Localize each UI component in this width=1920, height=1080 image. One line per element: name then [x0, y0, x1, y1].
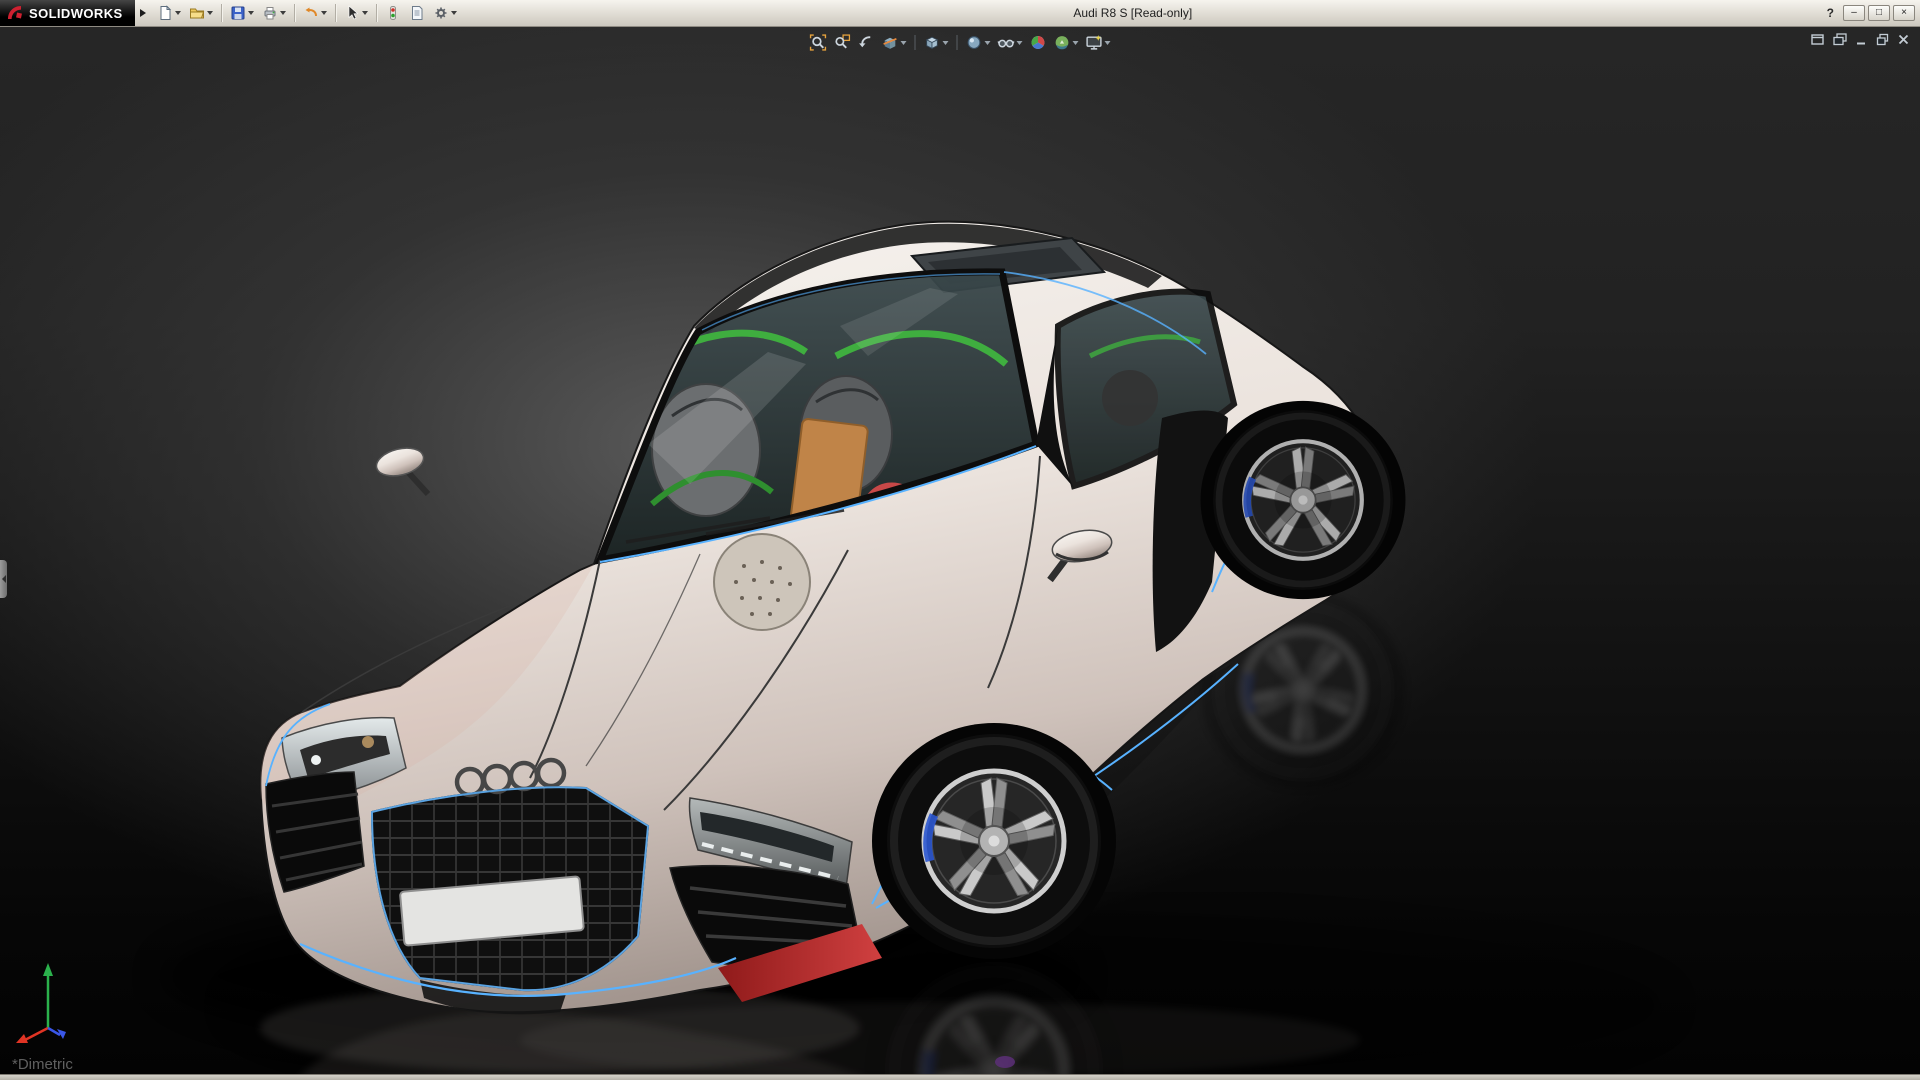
- zoom-to-area-icon: [835, 34, 851, 49]
- status-bar-edge: [0, 1074, 1920, 1080]
- options-gear-icon: [435, 7, 447, 19]
- undo-icon: [305, 7, 317, 17]
- file-properties-icon: [411, 6, 423, 20]
- display-style-button[interactable]: [963, 33, 994, 52]
- section-view-button[interactable]: [879, 33, 910, 52]
- options-button[interactable]: [430, 2, 460, 24]
- view-orientation-label: *Dimetric: [12, 1056, 73, 1073]
- toolbar-separator: [375, 4, 377, 22]
- view-orientation-button[interactable]: [921, 33, 952, 52]
- restore-document-icon: [1876, 33, 1889, 46]
- left-mirror: [375, 447, 431, 497]
- save-button[interactable]: [227, 2, 257, 24]
- zoom-to-area-button[interactable]: [831, 33, 854, 52]
- title-bar: SOLIDWORKS Audi R8 S [Read-only] ? – □ ×: [0, 0, 1920, 27]
- undo-button[interactable]: [300, 2, 330, 24]
- dropdown-caret-icon[interactable]: [320, 11, 327, 15]
- close-button[interactable]: ×: [1893, 5, 1915, 21]
- dropdown-caret-icon[interactable]: [1104, 40, 1111, 45]
- select-button[interactable]: [341, 2, 371, 24]
- cascade-window-button[interactable]: [1833, 33, 1847, 46]
- dropdown-caret-icon[interactable]: [984, 40, 991, 45]
- rear-wheel: [1201, 401, 1406, 599]
- zoom-to-fit-button[interactable]: [807, 33, 830, 52]
- seat-through-side-window: [1102, 370, 1158, 426]
- previous-view-button[interactable]: [855, 33, 878, 52]
- solidworks-logo: SOLIDWORKS: [0, 0, 135, 26]
- brand-text: SOLIDWORKS: [29, 5, 123, 21]
- zoom-to-fit-icon: [809, 34, 827, 51]
- hide-show-items-button[interactable]: [995, 33, 1026, 52]
- minimize-document-icon: [1857, 42, 1865, 45]
- previous-view-icon: [859, 36, 871, 48]
- rebuild-button[interactable]: [382, 2, 404, 24]
- x-axis: [22, 1026, 49, 1043]
- front-wheel: [872, 723, 1116, 959]
- edit-appearance-button[interactable]: [1027, 33, 1050, 52]
- splitter-caret-icon: [1, 575, 6, 583]
- graphics-area[interactable]: *Dimetric: [0, 26, 1920, 1075]
- view-settings-button[interactable]: [1083, 33, 1114, 52]
- hide-show-items-glasses-icon: [997, 39, 1015, 48]
- purple-artifact: [995, 1056, 1015, 1068]
- new-document-icon: [160, 5, 171, 20]
- edit-appearance-icon: [1031, 36, 1045, 49]
- panel-splitter-handle[interactable]: [0, 560, 7, 598]
- toolbar-separator: [293, 4, 295, 22]
- dropdown-caret-icon[interactable]: [247, 11, 254, 15]
- apply-scene-icon: [1055, 36, 1069, 50]
- car-model-render: [160, 220, 1670, 1075]
- z-axis: [47, 1026, 61, 1037]
- dropdown-caret-icon[interactable]: [1072, 40, 1079, 45]
- y-axis-arrow: [43, 963, 53, 976]
- cascade-window-icon: [1833, 33, 1847, 46]
- menu-expand-caret[interactable]: [139, 9, 146, 17]
- maximize-button[interactable]: □: [1868, 5, 1890, 21]
- perforated-disc: [713, 533, 811, 631]
- close-document-button[interactable]: [1897, 33, 1910, 46]
- display-style-icon: [967, 36, 981, 49]
- heads-up-view-toolbar: [807, 33, 1114, 52]
- file-properties-button[interactable]: [406, 2, 428, 24]
- car-model: [259, 220, 1406, 1015]
- section-view-icon: [883, 37, 897, 49]
- restore-document-button[interactable]: [1876, 33, 1889, 46]
- open-button[interactable]: [186, 2, 216, 24]
- help-button[interactable]: ?: [1821, 6, 1840, 20]
- rebuild-traffic-light-icon: [389, 6, 396, 20]
- print-button[interactable]: [259, 2, 289, 24]
- toolbar-separator: [914, 35, 916, 50]
- view-orientation-icon: [925, 36, 939, 50]
- print-icon: [264, 7, 276, 20]
- select-cursor-icon: [348, 5, 358, 20]
- reference-triad: [14, 958, 86, 1049]
- toolbar-separator: [334, 4, 336, 22]
- tile-window-icon: [1811, 34, 1824, 45]
- main-toolbar: [153, 2, 461, 24]
- open-icon: [189, 8, 204, 19]
- dropdown-caret-icon[interactable]: [942, 40, 949, 45]
- document-window-controls: [1811, 33, 1910, 46]
- dropdown-caret-icon[interactable]: [1016, 40, 1023, 45]
- window-title: Audi R8 S [Read-only]: [1073, 6, 1193, 20]
- apply-scene-button[interactable]: [1051, 33, 1082, 52]
- dropdown-caret-icon[interactable]: [174, 11, 181, 15]
- tile-window-button[interactable]: [1811, 33, 1825, 46]
- window-controls: ? – □ ×: [1821, 5, 1920, 21]
- toolbar-separator: [220, 4, 222, 22]
- dropdown-caret-icon[interactable]: [361, 11, 368, 15]
- dropdown-caret-icon[interactable]: [279, 11, 286, 15]
- minimize-document-button[interactable]: [1855, 33, 1868, 46]
- dropdown-caret-icon[interactable]: [450, 11, 457, 15]
- close-document-icon: [1898, 34, 1909, 45]
- solidworks-logo-mark: [8, 6, 22, 19]
- dropdown-caret-icon[interactable]: [206, 11, 213, 15]
- view-settings-icon: [1086, 35, 1102, 50]
- dropdown-caret-icon[interactable]: [900, 40, 907, 45]
- toolbar-separator: [956, 35, 958, 50]
- new-document-button[interactable]: [154, 2, 184, 24]
- minimize-button[interactable]: –: [1843, 5, 1865, 21]
- save-icon: [231, 6, 245, 20]
